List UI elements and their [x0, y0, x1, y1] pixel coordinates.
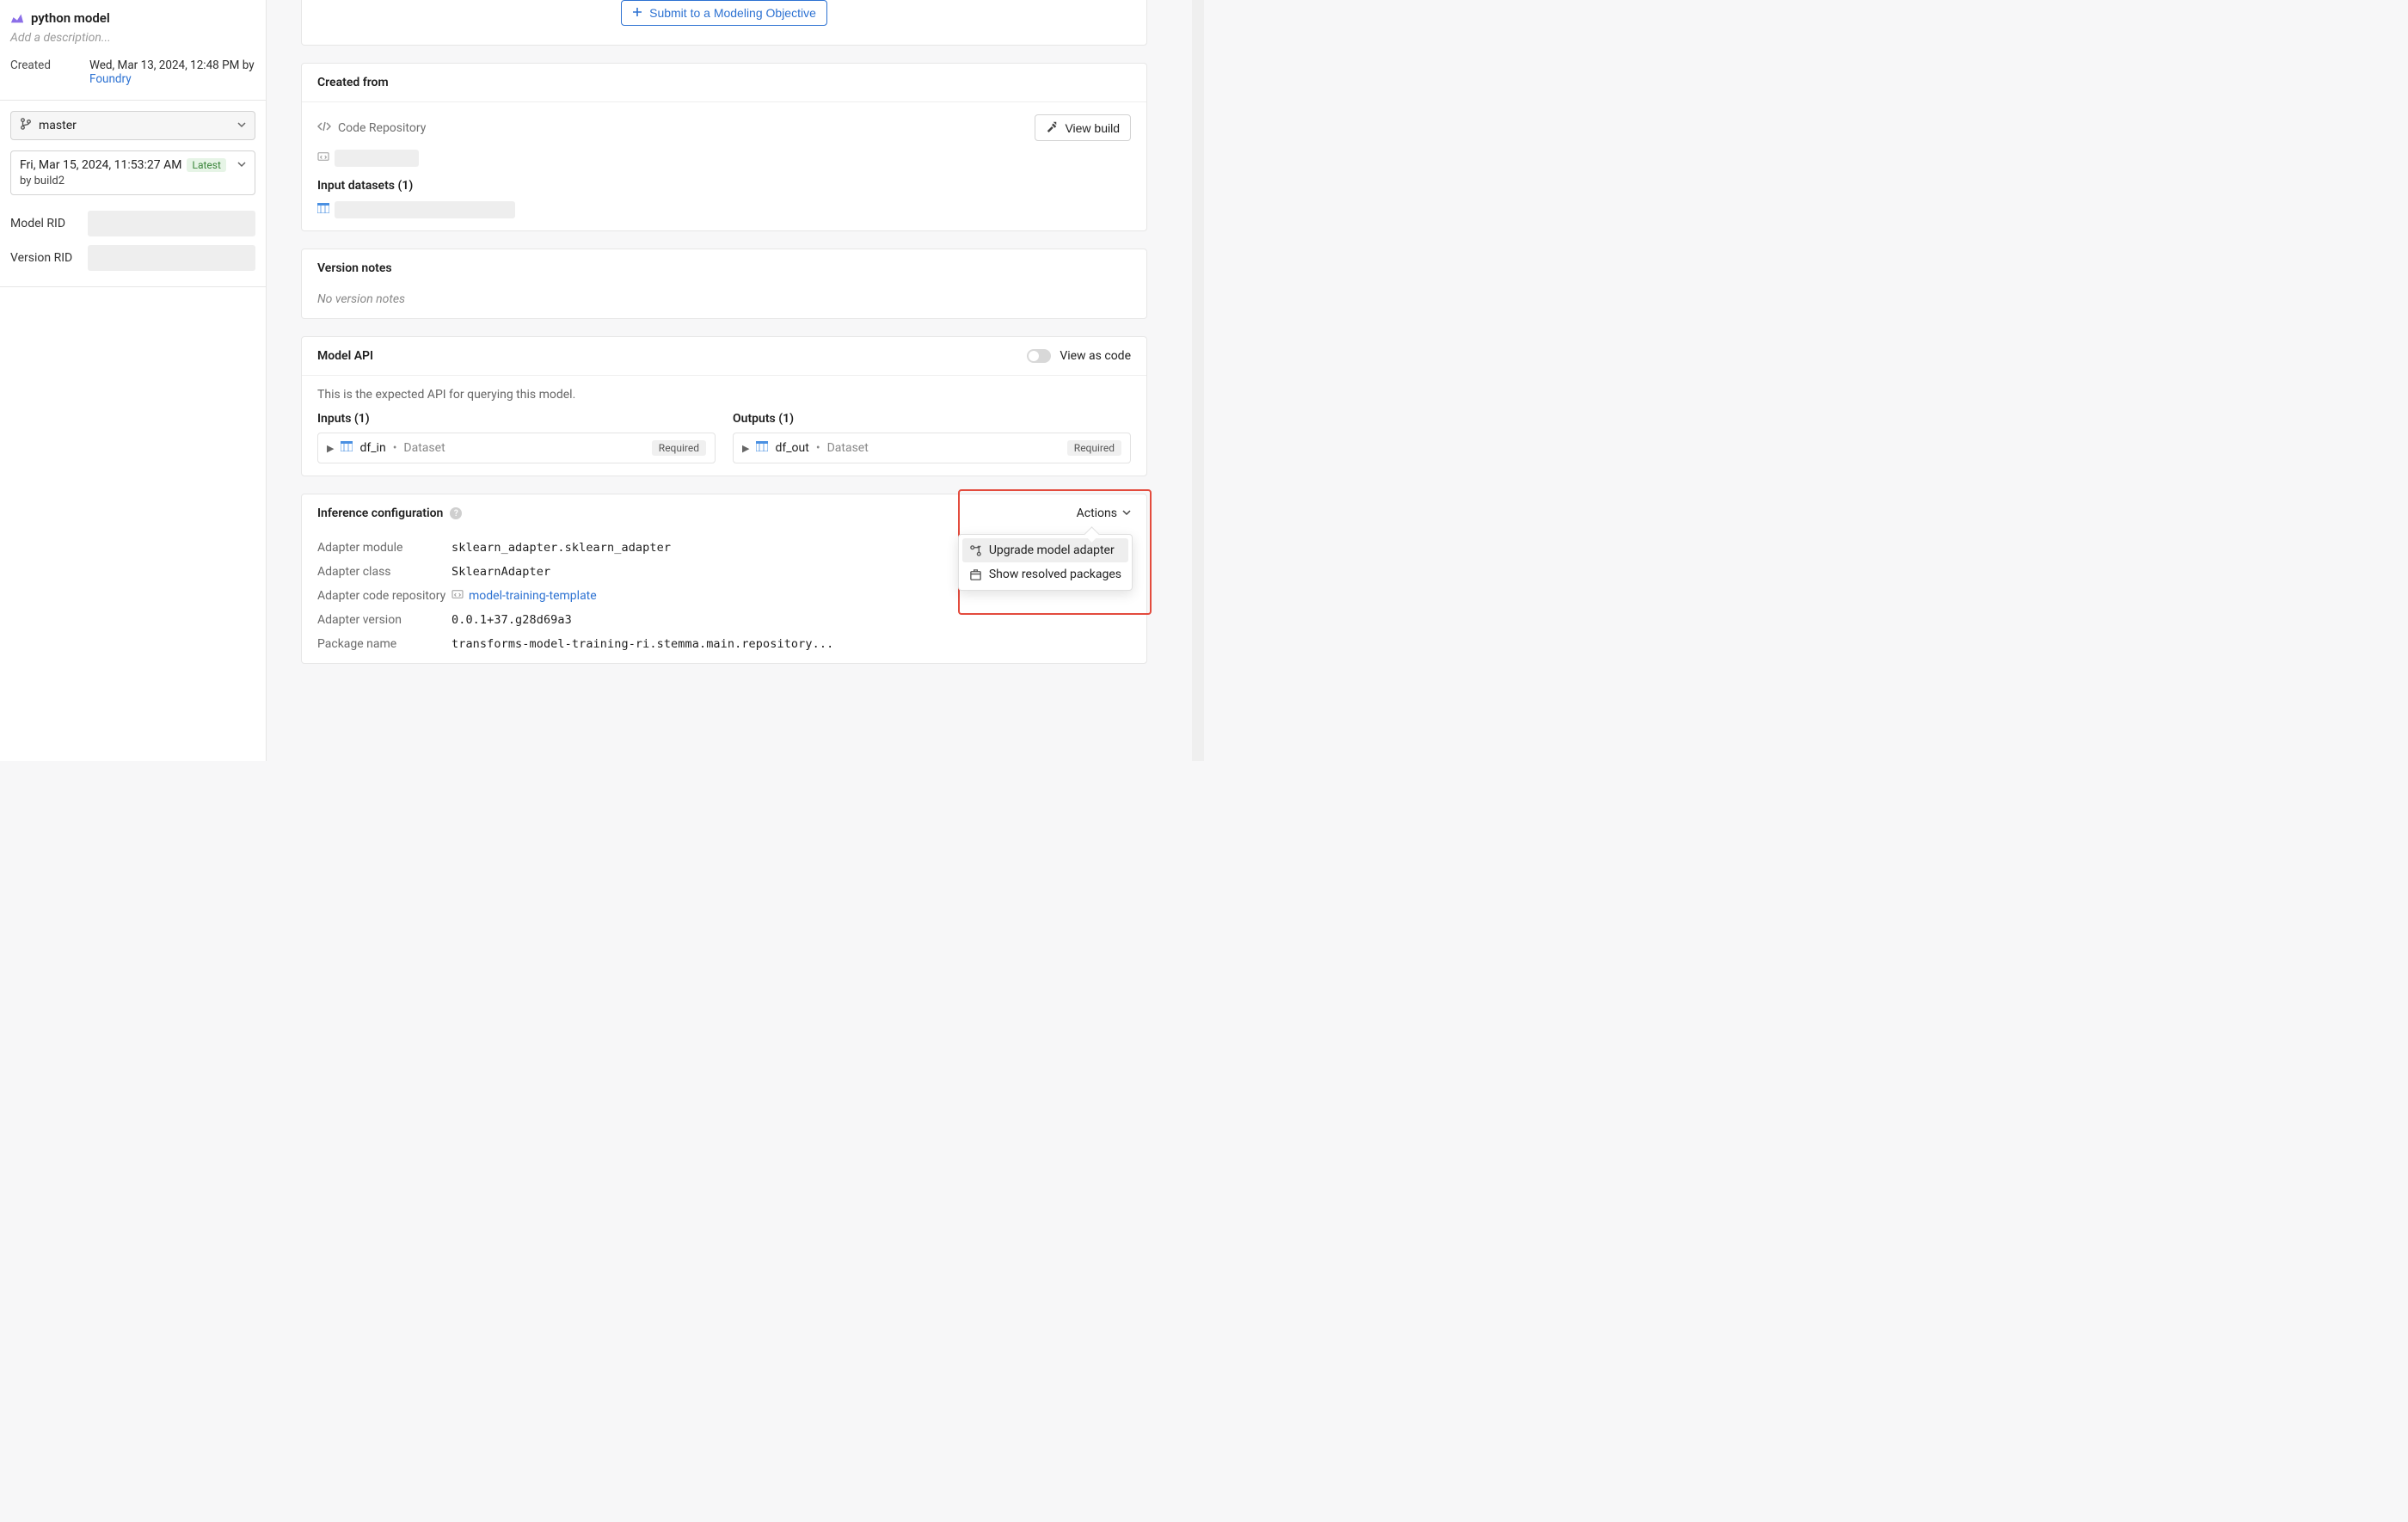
adapter-version-value: 0.0.1+37.g28d69a3: [452, 613, 1131, 627]
adapter-module-label: Adapter module: [317, 541, 452, 555]
package-name-value: transforms-model-training-ri.stemma.main…: [452, 637, 1131, 651]
adapter-repo-link[interactable]: model-training-template: [469, 589, 597, 603]
version-rid-value[interactable]: [88, 245, 255, 271]
branch-icon: [20, 118, 32, 133]
description-placeholder[interactable]: Add a description...: [10, 31, 255, 45]
hammer-icon: [1046, 120, 1058, 135]
plus-icon: [632, 6, 642, 20]
input-item[interactable]: ▶ df_in • Dataset Required: [317, 433, 716, 463]
code-repository-label: Code Repository: [338, 121, 426, 135]
created-by-link[interactable]: Foundry: [89, 72, 132, 86]
version-by: by build2: [20, 175, 230, 187]
package-name-label: Package name: [317, 637, 452, 651]
caret-right-icon: ▶: [742, 443, 749, 454]
inputs-title: Inputs (1): [317, 412, 716, 426]
main-content: Submit to a Modeling Objective Created f…: [267, 0, 1204, 761]
version-time: Fri, Mar 15, 2024, 11:53:27 AM: [20, 158, 181, 172]
version-notes-panel: Version notes No version notes: [301, 249, 1147, 319]
branch-select-label: master: [39, 119, 77, 132]
version-rid-label: Version RID: [10, 251, 77, 265]
adapter-class-label: Adapter class: [317, 565, 452, 579]
model-rid-value[interactable]: [88, 211, 255, 236]
model-api-description: This is the expected API for querying th…: [317, 388, 1131, 402]
version-notes-empty: No version notes: [317, 292, 1131, 306]
sidebar: python model Add a description... Create…: [0, 0, 267, 761]
chevron-down-icon: [1122, 506, 1131, 520]
version-notes-header: Version notes: [317, 261, 392, 275]
required-badge: Required: [652, 440, 706, 456]
scrollbar[interactable]: [1192, 0, 1204, 761]
submit-bar: Submit to a Modeling Objective: [301, 0, 1147, 46]
created-value: Wed, Mar 13, 2024, 12:48 PM by Foundry: [89, 58, 255, 86]
dataset-icon: [341, 441, 353, 455]
output-item[interactable]: ▶ df_out • Dataset Required: [733, 433, 1131, 463]
caret-right-icon: ▶: [327, 443, 334, 454]
chevron-down-icon: [237, 119, 246, 132]
show-resolved-packages-item[interactable]: Show resolved packages: [962, 562, 1128, 586]
created-label: Created: [10, 58, 89, 86]
model-api-header: Model API: [317, 349, 373, 363]
view-as-code-toggle[interactable]: [1027, 349, 1051, 363]
input-dataset-redacted: [335, 201, 515, 218]
output-type: Dataset: [827, 441, 869, 455]
outputs-title: Outputs (1): [733, 412, 1131, 426]
dataset-icon: [317, 203, 329, 217]
model-title: python model: [31, 10, 110, 26]
version-select[interactable]: Fri, Mar 15, 2024, 11:53:27 AM Latest by…: [10, 150, 255, 195]
actions-popover: Upgrade model adapter Show resolved pack…: [958, 534, 1133, 591]
inference-config-panel: Inference configuration ? Actions Adapte…: [301, 494, 1147, 664]
model-icon: [10, 12, 24, 24]
upgrade-model-adapter-item[interactable]: Upgrade model adapter: [962, 538, 1128, 562]
branch-select[interactable]: master: [10, 111, 255, 140]
dataset-icon: [756, 441, 768, 455]
created-from-header: Created from: [317, 76, 389, 89]
chevron-down-icon: [237, 158, 246, 172]
input-datasets-header: Input datasets (1): [317, 179, 1131, 193]
repo-icon: [317, 151, 329, 165]
view-as-code-label: View as code: [1060, 349, 1131, 363]
actions-dropdown-trigger[interactable]: Actions: [1077, 506, 1131, 520]
adapter-version-label: Adapter version: [317, 613, 452, 627]
package-icon: [969, 568, 982, 581]
input-name: df_in: [359, 441, 385, 455]
view-build-button[interactable]: View build: [1035, 114, 1131, 141]
inference-config-header: Inference configuration: [317, 506, 443, 520]
model-api-panel: Model API View as code This is the expec…: [301, 336, 1147, 476]
repo-name-redacted: [335, 150, 419, 167]
code-icon: [317, 120, 331, 136]
upgrade-icon: [969, 544, 982, 557]
created-from-panel: Created from Code Repository: [301, 63, 1147, 231]
submit-to-objective-button[interactable]: Submit to a Modeling Objective: [621, 0, 827, 26]
input-type: Dataset: [403, 441, 445, 455]
output-name: df_out: [775, 441, 808, 455]
help-icon[interactable]: ?: [450, 507, 462, 519]
model-rid-label: Model RID: [10, 217, 77, 230]
latest-badge: Latest: [187, 158, 225, 172]
adapter-repo-label: Adapter code repository: [317, 589, 452, 603]
required-badge: Required: [1067, 440, 1121, 456]
repo-icon: [452, 589, 464, 603]
